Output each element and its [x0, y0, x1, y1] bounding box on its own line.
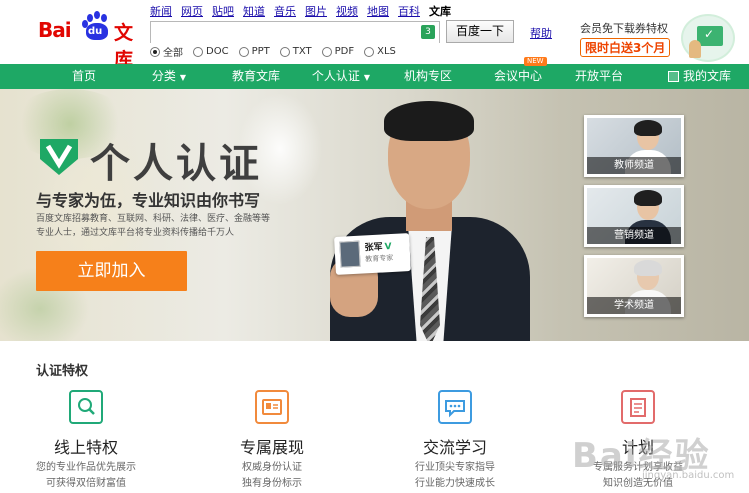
expert-photo — [320, 97, 530, 341]
my-library-link[interactable]: 我的文库 — [668, 64, 731, 89]
keyboard-badge-icon[interactable]: 3 — [421, 25, 435, 39]
privilege-desc: 您的专业作品优先展示 — [36, 462, 136, 473]
search-box: 3 — [150, 21, 440, 43]
search-icon — [69, 390, 103, 424]
logo-paw-text: du — [88, 26, 103, 37]
banner-description: 百度文库招募教育、互联网、科研、法律、医疗、金融等等 专业人士，通过文库平台将专… — [36, 212, 276, 240]
radio-icon[interactable] — [364, 46, 375, 57]
baidu-wenku-logo[interactable]: Bai du 文库 — [38, 8, 146, 71]
filetype-ppt[interactable]: PPT — [238, 44, 270, 59]
nav-open-platform[interactable]: 开放平台 — [564, 64, 634, 89]
promo-line1: 会员免下载券特权 — [580, 22, 668, 35]
privilege-desc: 可获得双倍财富值 — [46, 478, 126, 489]
search-input[interactable] — [151, 23, 439, 43]
chat-icon — [438, 390, 472, 424]
privilege-plan: 计划 专属服务计划享收益 知识创造无价值 — [558, 390, 718, 490]
privileges-title: 认证特权 — [36, 364, 89, 379]
new-badge: NEW — [524, 57, 547, 66]
privilege-desc: 知识创造无价值 — [603, 478, 673, 489]
caret-down-icon: ▼ — [179, 73, 187, 82]
card-role: 教育专家 — [365, 253, 394, 264]
privilege-exchange: 交流学习 行业顶尖专家指导 行业能力快速成长 — [375, 390, 535, 490]
nav-conference[interactable]: 会议中心 NEW — [472, 57, 564, 89]
radio-icon[interactable] — [193, 46, 203, 57]
privilege-exclusive: 专属展现 权威身份认证 独有身份标示 — [192, 390, 352, 490]
channel-marketing-label: 营销频道 — [587, 227, 681, 244]
filetype-all[interactable]: 全部 — [150, 44, 183, 59]
vip-promo[interactable]: 会员免下载券特权 限时白送3个月 — [580, 20, 690, 57]
privilege-desc: 独有身份标示 — [242, 478, 302, 489]
topnav-wenku-current: 文库 — [429, 5, 451, 18]
radio-icon[interactable] — [321, 46, 332, 57]
banner-title: 个人认证 — [90, 141, 262, 187]
radio-icon[interactable] — [238, 46, 249, 57]
nav-education[interactable]: 教育文库 — [214, 64, 298, 89]
top-nav: 新闻 网页 贴吧 知道 音乐 图片 视频 地图 百科 文库 — [150, 3, 451, 19]
nav-home[interactable]: 首页 — [44, 64, 124, 89]
channel-teacher[interactable]: 教师频道 — [584, 115, 684, 177]
channel-academic[interactable]: 学术频道 — [584, 255, 684, 317]
topnav-zhidao[interactable]: 知道 — [243, 3, 265, 19]
user-library-icon — [668, 71, 679, 82]
search-button[interactable]: 百度一下 — [446, 20, 514, 43]
radio-selected-icon[interactable] — [150, 46, 160, 57]
channel-marketing[interactable]: 营销频道 — [584, 185, 684, 247]
main-nav: 首页 分类 ▼ 教育文库 个人认证 ▼ 机构专区 会议中心 NEW 开放平台 我的文库 — [0, 57, 749, 89]
hero-banner: 个人认证 与专家为伍，专业知识由你书写 百度文库招募教育、互联网、科研、法律、医… — [0, 89, 749, 341]
privilege-name: 交流学习 — [422, 438, 487, 457]
topnav-video[interactable]: 视频 — [336, 3, 358, 19]
header: Bai du 文库 新闻 网页 贴吧 知道 音乐 图片 视频 地图 百科 文库 … — [0, 0, 749, 71]
privilege-desc: 专属服务计划享收益 — [593, 462, 683, 473]
verified-v-icon — [40, 139, 78, 175]
banner-desc-line1: 百度文库招募教育、互联网、科研、法律、医疗、金融等等 — [36, 214, 271, 224]
privilege-name: 线上特权 — [53, 438, 118, 457]
privilege-name: 专属展现 — [239, 438, 304, 457]
privilege-online: 线上特权 您的专业作品优先展示 可获得双倍财富值 — [6, 390, 166, 490]
banner-desc-line2: 专业人士，通过文库平台将专业资料传播给千万人 — [36, 228, 235, 238]
help-link[interactable]: 帮助 — [530, 25, 552, 41]
promo-illustration-icon[interactable] — [681, 14, 735, 62]
topnav-news[interactable]: 新闻 — [150, 3, 172, 19]
topnav-tieba[interactable]: 贴吧 — [212, 3, 234, 19]
caret-down-icon: ▼ — [363, 73, 371, 82]
join-now-button[interactable]: 立即加入 — [36, 251, 187, 291]
topnav-images[interactable]: 图片 — [305, 3, 327, 19]
expert-id-card: 张军V 教育专家 — [334, 233, 411, 275]
filetype-txt[interactable]: TXT — [279, 44, 312, 59]
channel-teacher-label: 教师频道 — [587, 157, 681, 174]
filetype-filter: 全部 DOC PPT TXT PDF XLS — [150, 44, 396, 59]
topnav-music[interactable]: 音乐 — [274, 3, 296, 19]
card-name: 张军 — [364, 242, 383, 254]
radio-icon[interactable] — [279, 46, 290, 57]
topnav-web[interactable]: 网页 — [181, 3, 203, 19]
filetype-xls[interactable]: XLS — [364, 44, 396, 59]
card-photo — [339, 240, 361, 268]
privilege-desc: 行业能力快速成长 — [415, 478, 495, 489]
verified-check-icon: V — [384, 241, 392, 253]
nav-institution[interactable]: 机构专区 — [384, 64, 472, 89]
paw-icon: du — [82, 11, 112, 41]
nav-personal-cert[interactable]: 个人认证 ▼ — [298, 64, 384, 89]
filetype-doc[interactable]: DOC — [193, 44, 229, 59]
filetype-pdf[interactable]: PDF — [321, 44, 354, 59]
id-card-icon — [255, 390, 289, 424]
privilege-name: 计划 — [621, 438, 654, 457]
plan-icon — [621, 390, 655, 424]
banner-subtitle: 与专家为伍，专业知识由你书写 — [36, 191, 261, 210]
privilege-desc: 行业顶尖专家指导 — [415, 462, 495, 473]
privilege-desc: 权威身份认证 — [242, 462, 302, 473]
topnav-baike[interactable]: 百科 — [398, 3, 420, 19]
topnav-map[interactable]: 地图 — [367, 3, 389, 19]
promo-line2: 限时白送3个月 — [580, 38, 671, 57]
channel-academic-label: 学术频道 — [587, 297, 681, 314]
logo-text-latin: Bai — [38, 18, 72, 42]
nav-category[interactable]: 分类 ▼ — [124, 64, 214, 89]
